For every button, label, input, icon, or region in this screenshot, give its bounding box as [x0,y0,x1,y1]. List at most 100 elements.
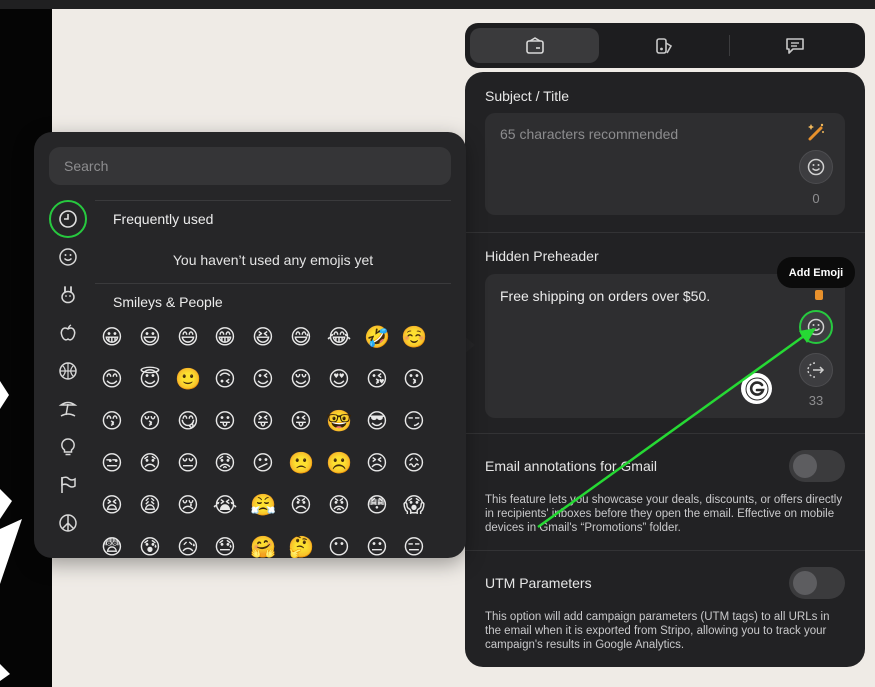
preheader-insert-button[interactable] [799,353,833,387]
emoji-item[interactable]: 😇 [137,367,163,393]
flag-icon [61,476,76,493]
tab-email-settings[interactable] [470,28,599,63]
smiley-icon [807,158,825,176]
lightbulb-icon [61,438,75,456]
emoji-item[interactable]: 🙃 [212,367,238,393]
emoji-item[interactable]: 😍 [326,367,352,393]
category-travel[interactable] [49,390,87,428]
emoji-item[interactable]: 😚 [137,409,163,435]
preheader-char-counter: 33 [808,393,824,408]
emoji-item[interactable]: 😶 [326,535,352,558]
utm-parameters-description: This option will add campaign parameters… [485,611,830,651]
emoji-item[interactable]: 😔 [175,451,201,477]
comment-icon [786,37,804,54]
email-settings-panel: Subject / Title 65 characters recommende… [465,72,865,667]
emoji-item[interactable]: 😗 [401,367,427,393]
category-animals[interactable] [49,276,87,314]
emoji-item[interactable]: 😘 [364,367,390,393]
preheader-emoji-button[interactable] [799,310,833,344]
emoji-item[interactable]: 😠 [288,493,314,519]
emoji-item[interactable]: 😨 [99,535,125,558]
tab-comments[interactable] [730,28,860,63]
preheader-field[interactable]: Free shipping on orders over $50. 33 [485,274,845,418]
emoji-item[interactable]: 😡 [326,493,352,519]
emoji-item[interactable]: 😞 [137,451,163,477]
emoji-item[interactable]: 😌 [288,367,314,393]
emoji-item[interactable]: 😓 [212,535,238,558]
tab-design[interactable] [599,28,729,63]
emoji-item[interactable]: 🤗 [250,535,276,558]
sports-icon [59,362,77,380]
emoji-item[interactable]: 😑 [401,535,427,558]
emoji-item[interactable]: 😝 [250,409,276,435]
emoji-item[interactable]: 😃 [137,325,163,351]
category-food[interactable] [49,314,87,352]
emoji-item[interactable]: 😉 [250,367,276,393]
emoji-item[interactable]: 😖 [401,451,427,477]
clock-icon [59,210,77,228]
emoji-item[interactable]: 😆 [250,325,276,351]
gmail-annotations-label: Email annotations for Gmail [485,458,657,474]
emoji-item[interactable]: 😢 [175,493,201,519]
subject-placeholder: 65 characters recommended [500,126,679,142]
emoji-item[interactable]: 😅 [288,325,314,351]
smileys-people-label: Smileys & People [113,294,223,310]
emoji-item[interactable]: 😱 [401,493,427,519]
category-smileys[interactable] [49,238,87,276]
emoji-item[interactable]: 😰 [137,535,163,558]
emoji-item[interactable]: 😩 [137,493,163,519]
emoji-item[interactable]: 😳 [364,493,390,519]
emoji-item[interactable]: 😕 [250,451,276,477]
preheader-label: Hidden Preheader [485,248,599,264]
insert-arrow-icon [807,362,825,378]
emoji-item[interactable]: 🤓 [326,409,352,435]
emoji-item[interactable]: 😄 [175,325,201,351]
category-flags[interactable] [49,466,87,504]
emoji-item[interactable]: 😤 [250,493,276,519]
utm-parameters-label: UTM Parameters [485,575,592,591]
emoji-item[interactable]: 😛 [212,409,238,435]
emoji-item[interactable]: 😂 [326,325,352,351]
grammarly-icon[interactable] [741,373,772,404]
magic-wand-icon[interactable] [815,290,823,300]
gmail-annotations-toggle[interactable] [789,450,845,482]
paint-icon [656,37,673,54]
emoji-item[interactable]: 😐 [364,535,390,558]
utm-parameters-toggle[interactable] [789,567,845,599]
food-icon [60,324,76,341]
category-recent[interactable] [49,200,87,238]
emoji-item[interactable]: 😊 [99,367,125,393]
emoji-item[interactable]: 😫 [99,493,125,519]
emoji-item[interactable]: 😒 [99,451,125,477]
emoji-search-input[interactable]: Search [49,147,451,185]
category-symbols[interactable] [49,504,87,542]
emoji-item[interactable]: 😟 [212,451,238,477]
emoji-item[interactable]: 🙁 [288,451,314,477]
category-activities[interactable] [49,352,87,390]
picker-divider [95,200,451,201]
emoji-item[interactable]: 🤣 [364,325,390,351]
section-divider [465,433,865,434]
section-divider [465,232,865,233]
emoji-item[interactable]: 😋 [175,409,201,435]
category-objects[interactable] [49,428,87,466]
magic-wand-icon[interactable] [806,122,826,147]
emoji-item[interactable]: 😙 [99,409,125,435]
emoji-item[interactable]: 😁 [212,325,238,351]
emoji-item[interactable]: 😎 [364,409,390,435]
app-topbar [0,0,875,9]
emoji-item[interactable]: 😏 [401,409,427,435]
emoji-item[interactable]: 😣 [364,451,390,477]
subject-field[interactable]: 65 characters recommended 0 [485,113,845,215]
travel-icon [58,401,78,417]
emoji-item[interactable]: 🙂 [175,367,201,393]
emoji-item[interactable]: 😜 [288,409,314,435]
emoji-item[interactable]: ☹️ [326,451,352,477]
emoji-item[interactable]: 😥 [175,535,201,558]
smiley-icon [807,318,825,336]
subject-emoji-button[interactable] [799,150,833,184]
emoji-item[interactable]: 😭 [212,493,238,519]
emoji-item[interactable]: 🤔 [288,535,314,558]
emoji-item[interactable]: ☺️ [401,325,427,351]
emoji-item[interactable]: 😀 [99,325,125,351]
